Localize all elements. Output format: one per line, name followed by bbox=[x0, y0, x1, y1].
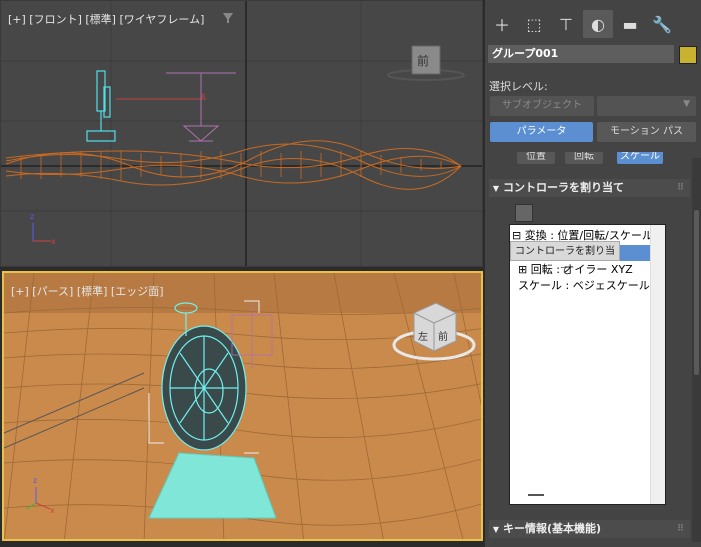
tree-item-rotation[interactable]: ⊞ 回転 : オイラー XYZ bbox=[518, 261, 633, 277]
viewcube-front-label: 前 bbox=[417, 53, 429, 68]
svg-text:x: x bbox=[50, 506, 55, 515]
position-button[interactable]: 位置 bbox=[517, 152, 555, 164]
utilities-tab[interactable]: 🔧 bbox=[647, 10, 677, 38]
monitor-icon: ▬ bbox=[622, 14, 638, 34]
assign-controller-title: コントローラを割り当て bbox=[503, 181, 624, 194]
tree-item-scale[interactable]: スケール : ベジェスケール bbox=[518, 277, 650, 293]
collapse-triangle-icon: ▼ bbox=[492, 184, 500, 193]
hierarchy-icon: ⊤ bbox=[559, 14, 573, 34]
key-info-rollout-header[interactable]: ▼ キー情報(基本機能) ⠿ bbox=[489, 520, 690, 538]
scale-button[interactable]: スケール bbox=[617, 152, 663, 164]
rotation-button[interactable]: 回転 bbox=[565, 152, 603, 164]
create-tab[interactable]: ＋ bbox=[487, 10, 517, 38]
display-tab[interactable]: ▬ bbox=[615, 10, 645, 38]
collapse-triangle-icon: ▼ bbox=[492, 525, 500, 534]
svg-text:z: z bbox=[30, 212, 34, 221]
svg-text:x: x bbox=[51, 237, 56, 246]
modify-tab[interactable]: ⬚ bbox=[519, 10, 549, 38]
viewport-label-perspective[interactable]: [+] [パース] [標準] [エッジ面] bbox=[11, 283, 164, 299]
tree-scrollbar[interactable] bbox=[650, 225, 665, 504]
perspective-viewport-canvas: 左 前 z x bbox=[4, 273, 481, 539]
key-info-title: キー情報(基本機能) bbox=[503, 522, 602, 535]
viewcube-front-label-persp: 前 bbox=[438, 330, 448, 343]
tree-hscroll-thumb[interactable] bbox=[528, 494, 544, 496]
controller-tree[interactable]: ⊟ 変換 : 位置/回転/スケール 位置 ⊞ 回転 : オイラー XYZ スケー… bbox=[509, 224, 666, 505]
viewport-label-front[interactable]: [+] [フロント] [標準] [ワイヤフレーム] bbox=[8, 11, 204, 27]
panel-scrollbar-thumb[interactable] bbox=[694, 210, 699, 375]
parameters-button[interactable]: パラメータ bbox=[490, 122, 593, 142]
assign-controller-rollout-header[interactable]: ▼ コントローラを割り当て ⠿ bbox=[489, 179, 690, 197]
chevron-down-icon: ▼ bbox=[683, 99, 690, 109]
wrench-icon: 🔧 bbox=[652, 14, 672, 34]
front-viewport[interactable]: [+] [フロント] [標準] [ワイヤフレーム] x 前 z x bbox=[0, 0, 483, 267]
sub-object-button[interactable]: サブオブジェクト bbox=[490, 96, 594, 116]
viewcube-left-label: 左 bbox=[418, 330, 428, 343]
filter-icon bbox=[223, 13, 233, 23]
selection-level-label: 選択レベル: bbox=[489, 80, 548, 93]
motion-icon: ◐ bbox=[591, 14, 605, 34]
curve-icon: ⬚ bbox=[526, 14, 542, 34]
motion-tab[interactable]: ◐ bbox=[583, 10, 613, 38]
sub-object-dropdown[interactable]: ▼ bbox=[597, 96, 696, 116]
object-color-swatch[interactable] bbox=[679, 46, 697, 64]
svg-text:x: x bbox=[201, 91, 206, 100]
svg-text:z: z bbox=[33, 476, 37, 485]
hierarchy-tab[interactable]: ⊤ bbox=[551, 10, 581, 38]
grip-icon: ⠿ bbox=[676, 183, 684, 193]
motion-paths-button[interactable]: モーション パス bbox=[597, 122, 696, 142]
object-name-field[interactable]: グループ001 bbox=[488, 45, 674, 63]
command-panel-tabs: ＋ ⬚ ⊤ ◐ ▬ 🔧 bbox=[487, 10, 677, 42]
command-panel: ＋ ⬚ ⊤ ◐ ▬ 🔧 グループ001 選択レベル: サブオブジェクト ▼ パラ… bbox=[485, 0, 701, 547]
plus-icon: ＋ bbox=[493, 16, 510, 35]
terrain-wireframe bbox=[5, 140, 462, 190]
assign-controller-tooltip: コントローラを割り当て bbox=[510, 241, 620, 277]
front-viewport-canvas: x 前 z x bbox=[1, 1, 482, 266]
assign-controller-icon[interactable] bbox=[515, 204, 533, 222]
grip-icon: ⠿ bbox=[676, 524, 684, 534]
perspective-viewport[interactable]: [+] [パース] [標準] [エッジ面] 左 前 z x bbox=[2, 271, 483, 541]
